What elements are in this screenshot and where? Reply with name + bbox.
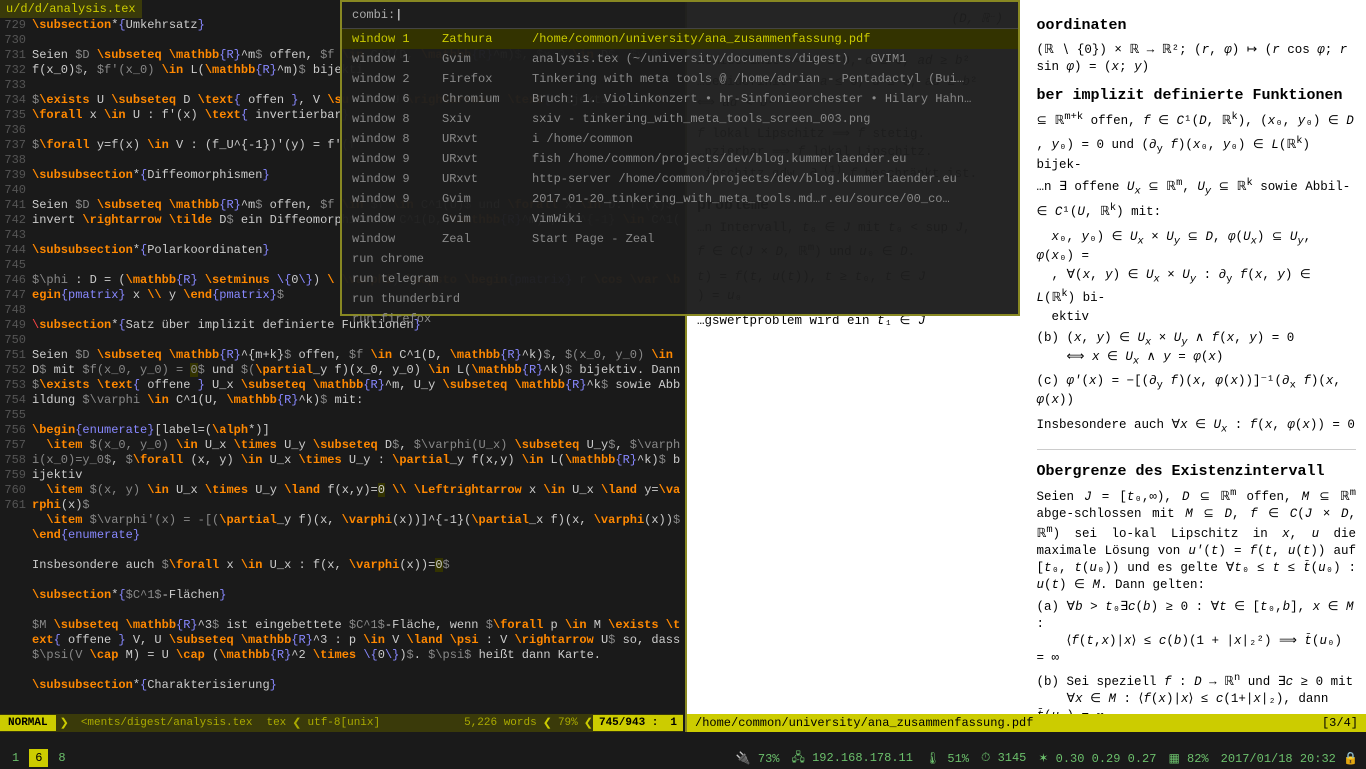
rofi-entry[interactable]: window 9URxvtfish /home/common/projects/… xyxy=(342,149,1018,169)
memory-widget: ▦ 82% xyxy=(1168,751,1208,766)
workspace-8[interactable]: 8 xyxy=(52,749,71,767)
cpu-widget: 🌡 51% xyxy=(925,751,969,766)
workspace-6[interactable]: 6 xyxy=(29,749,48,767)
rofi-entry[interactable]: window 9Gvim2017-01-20_tinkering_with_me… xyxy=(342,189,1018,209)
vim-filetype: tex xyxy=(260,715,292,731)
rofi-entry[interactable]: window 6ChromiumBruch: 1. Violinkonzert … xyxy=(342,89,1018,109)
rofi-prompt[interactable]: combi:| xyxy=(342,2,1018,29)
vim-percent: 79% xyxy=(552,715,584,731)
rofi-entry[interactable]: run chrome xyxy=(342,249,1018,269)
rofi-entry[interactable]: window 1Zathura/home/common/university/a… xyxy=(342,29,1018,49)
rofi-entry[interactable]: windowZealStart Page - Zeal xyxy=(342,229,1018,249)
rofi-entry[interactable]: window 8URxvti /home/common xyxy=(342,129,1018,149)
lock-icon: 🔒 xyxy=(1343,752,1358,766)
vim-tab[interactable]: u/d/d/analysis.tex xyxy=(0,0,142,18)
zathura-statusbar: /home/common/university/ana_zusammenfass… xyxy=(687,714,1366,732)
code-line[interactable] xyxy=(32,663,681,678)
workspace-1[interactable]: 1 xyxy=(6,749,25,767)
vim-statusline: NORMAL ❯ <ments/digest/analysis.tex tex … xyxy=(0,714,683,732)
rofi-entry[interactable]: windowGvimVimWiki xyxy=(342,209,1018,229)
vim-position: 745/943 : xyxy=(593,715,664,731)
thermometer-icon: 🌡 xyxy=(925,752,940,766)
rofi-list[interactable]: window 1Zathura/home/common/university/a… xyxy=(342,29,1018,329)
battery-widget: 🔌 73% xyxy=(736,751,780,766)
vim-column: 1 xyxy=(664,715,683,731)
pdf-path: /home/common/university/ana_zusammenfass… xyxy=(695,716,1033,730)
code-line[interactable]: \item $\varphi'(x) = -[(\partial_y f)(x,… xyxy=(32,513,681,528)
code-line[interactable]: \subsubsection*{Charakterisierung} xyxy=(32,678,681,693)
status-widgets: 🔌 73% 🖧 192.168.178.11 🌡 51% ⏱ 3145 ✶ 0.… xyxy=(728,748,1366,769)
code-line[interactable] xyxy=(32,573,681,588)
code-line[interactable]: \subsection*{$C^1$-Flächen} xyxy=(32,588,681,603)
vim-mode: NORMAL xyxy=(0,715,56,731)
rofi-entry[interactable]: window 2FirefoxTinkering with meta tools… xyxy=(342,69,1018,89)
sensors-widget: ✶ 0.30 0.29 0.27 xyxy=(1038,751,1156,766)
network-widget: 🖧 192.168.178.11 xyxy=(792,748,913,769)
line-numbers: 7297307317327337347357367377387397407417… xyxy=(0,18,30,513)
rofi-cursor: | xyxy=(395,8,402,22)
status-bar: 168 🔌 73% 🖧 192.168.178.11 🌡 51% ⏱ 3145 … xyxy=(0,748,1366,768)
workspace-list[interactable]: 168 xyxy=(0,749,78,767)
vim-encoding: utf-8[unix] xyxy=(302,715,387,731)
load-widget: ⏱ 3145 xyxy=(981,751,1026,765)
rofi-entry[interactable]: run firefox xyxy=(342,309,1018,329)
code-line[interactable]: Insbesondere auch $\forall x \in U_x : f… xyxy=(32,558,681,573)
plug-icon: 🔌 xyxy=(736,752,751,766)
datetime-widget: 2017/01/18 20:32 🔒 xyxy=(1221,751,1358,766)
rofi-entry[interactable]: window 9URxvthttp-server /home/common/pr… xyxy=(342,169,1018,189)
code-line[interactable]: \item $(x, y) \in U_x \times U_y \land f… xyxy=(32,483,681,513)
code-line[interactable]: \begin{enumerate}[label=(\alph*)] xyxy=(32,423,681,438)
code-line[interactable]: \end{enumerate} xyxy=(32,528,681,543)
rofi-entry[interactable]: run thunderbird xyxy=(342,289,1018,309)
code-line[interactable]: \item $(x_0, y_0) \in U_x \times U_y \su… xyxy=(32,438,681,483)
rofi-window-switcher[interactable]: combi:| window 1Zathura/home/common/univ… xyxy=(340,0,1020,316)
code-line[interactable] xyxy=(32,543,681,558)
vim-filename: <ments/digest/analysis.tex xyxy=(73,715,261,731)
code-line[interactable] xyxy=(32,408,681,423)
vim-wordcount: 5,226 words xyxy=(458,715,543,731)
network-icon: 🖧 xyxy=(792,751,805,765)
code-line[interactable] xyxy=(32,603,681,618)
pdf-column-right: oordinaten(ℝ ∖ {0}) × ℝ → ℝ²; (r, φ) ↦ (… xyxy=(1027,0,1366,714)
code-line[interactable]: Seien $D \subseteq \mathbb{R}^{m+k}$ off… xyxy=(32,348,681,408)
code-line[interactable] xyxy=(32,333,681,348)
tachometer-icon: ⏱ xyxy=(981,751,990,765)
pdf-page: [3/4] xyxy=(1322,716,1358,730)
chip-icon: ▦ xyxy=(1168,752,1179,766)
rofi-entry[interactable]: window 1Gvimanalysis.tex (~/university/d… xyxy=(342,49,1018,69)
rofi-entry[interactable]: window 8Sxivsxiv - tinkering_with_meta_t… xyxy=(342,109,1018,129)
code-line[interactable]: $M \subseteq \mathbb{R}^3$ ist eingebett… xyxy=(32,618,681,663)
rofi-entry[interactable]: run telegram xyxy=(342,269,1018,289)
